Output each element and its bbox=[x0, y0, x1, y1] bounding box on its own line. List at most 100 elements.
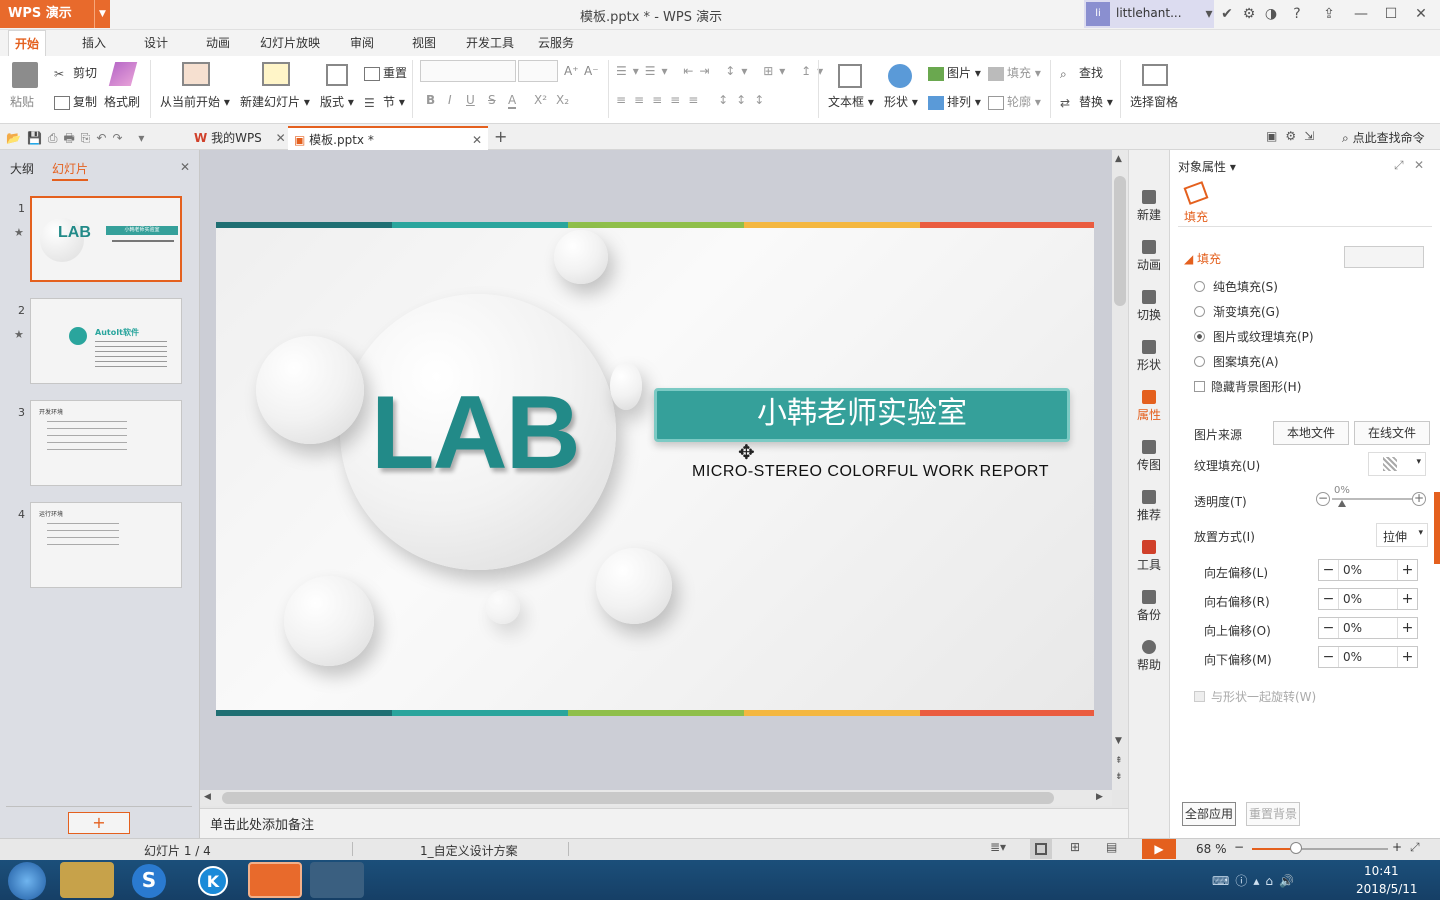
from-current-button[interactable]: 从当前开始 ▾ bbox=[160, 93, 230, 110]
scroll-up-icon[interactable]: ▲ bbox=[1115, 154, 1122, 164]
copy-button[interactable]: 复制 bbox=[54, 93, 97, 110]
side-tools-button[interactable]: 工具 bbox=[1130, 540, 1168, 573]
offset-right-stepper[interactable]: −0% + bbox=[1318, 588, 1418, 610]
maximize-icon[interactable]: ☐ bbox=[1380, 4, 1402, 24]
fill-preview[interactable] bbox=[1344, 246, 1424, 268]
tab-developer[interactable]: 开发工具 bbox=[460, 30, 520, 56]
k-app-taskbar-icon[interactable]: K bbox=[198, 866, 228, 896]
arrange-button[interactable]: 排列 ▾ bbox=[928, 93, 981, 110]
texture-select[interactable]: ▾ bbox=[1368, 452, 1426, 476]
underline-button[interactable]: U bbox=[466, 93, 475, 107]
scroll-right-icon[interactable]: ▶ bbox=[1096, 792, 1103, 802]
italic-button[interactable]: I bbox=[448, 93, 452, 107]
outline-button[interactable]: 轮廓 ▾ bbox=[988, 93, 1041, 110]
increase-icon[interactable]: + bbox=[1412, 492, 1426, 506]
slide-thumbnail-4[interactable]: 运行环境 bbox=[30, 502, 182, 588]
placement-select[interactable]: 拉伸 ▾ bbox=[1376, 523, 1428, 547]
plus-icon[interactable]: + bbox=[1397, 589, 1417, 609]
panel-header[interactable]: 对象属性 ▾ bbox=[1178, 158, 1236, 175]
slide-subtitle[interactable]: MICRO-STEREO COLORFUL WORK REPORT bbox=[692, 463, 1049, 481]
avatar[interactable]: li bbox=[1086, 2, 1110, 26]
font-increase-button[interactable]: A⁺ bbox=[564, 64, 579, 78]
tray-icons[interactable]: ⌨ⓘ▴⌂🔊 bbox=[1212, 872, 1300, 889]
tab-view[interactable]: 视图 bbox=[406, 30, 442, 56]
replace-button[interactable]: ⇄ 替换 ▾ bbox=[1060, 93, 1113, 110]
s-app-taskbar-icon[interactable]: S bbox=[132, 864, 166, 898]
scroll-down-icon[interactable]: ▼ bbox=[1115, 736, 1122, 746]
app-taskbar-icon[interactable] bbox=[310, 862, 364, 898]
zoom-level[interactable]: 68 % bbox=[1196, 842, 1227, 856]
minimize-icon[interactable]: — bbox=[1350, 4, 1372, 24]
next-slide-icon[interactable]: ⇟ bbox=[1115, 772, 1123, 782]
horizontal-scroll-thumb[interactable] bbox=[222, 792, 1054, 804]
section-fill-header[interactable]: ◢ 填充 bbox=[1184, 250, 1221, 267]
slide-logo-text[interactable]: LAB bbox=[371, 374, 581, 493]
close-icon[interactable]: ✕ bbox=[472, 128, 482, 152]
align-buttons[interactable]: ≡≡≡≡≡ ↕↕↕ bbox=[616, 93, 772, 107]
textbox-icon[interactable] bbox=[838, 64, 862, 88]
font-size-select[interactable] bbox=[518, 60, 558, 82]
tab-my-wps[interactable]: W 我的WPS ✕ bbox=[188, 126, 286, 150]
paste-button[interactable]: 粘贴 bbox=[10, 93, 34, 110]
format-painter-button[interactable]: 格式刷 bbox=[104, 93, 140, 110]
superscript-button[interactable]: X² bbox=[534, 93, 547, 107]
fit-window-icon[interactable]: ⤢ bbox=[1410, 840, 1420, 855]
plus-icon[interactable]: + bbox=[1397, 560, 1417, 580]
side-new-button[interactable]: 新建 bbox=[1130, 190, 1168, 223]
start-button[interactable] bbox=[8, 862, 46, 900]
local-file-button[interactable]: 本地文件 bbox=[1273, 421, 1349, 445]
shape-button[interactable]: 形状 ▾ bbox=[884, 93, 918, 110]
explorer-taskbar-icon[interactable] bbox=[60, 862, 114, 898]
side-help-button[interactable]: 帮助 bbox=[1130, 640, 1168, 673]
close-icon[interactable]: ✕ bbox=[276, 131, 286, 145]
strike-button[interactable]: S bbox=[488, 93, 496, 107]
minus-icon[interactable]: − bbox=[1319, 589, 1339, 609]
add-tab-icon[interactable]: + bbox=[494, 127, 507, 146]
clock-date[interactable]: 2018/5/11 bbox=[1356, 882, 1418, 896]
play-from-current-icon[interactable] bbox=[182, 62, 210, 86]
radio-gradient-fill[interactable]: 渐变填充(G) bbox=[1194, 303, 1280, 320]
reset-background-button[interactable]: 重置背景 bbox=[1246, 802, 1300, 826]
font-name-select[interactable] bbox=[420, 60, 516, 82]
sorter-view-icon[interactable]: ⊞ bbox=[1070, 840, 1080, 854]
tab-animation[interactable]: 动画 bbox=[200, 30, 236, 56]
scroll-left-icon[interactable]: ◀ bbox=[204, 792, 211, 802]
layout-button[interactable]: 版式 ▾ bbox=[320, 93, 354, 110]
upload-icon[interactable]: ⇪ bbox=[1318, 4, 1340, 24]
notes-pane[interactable] bbox=[200, 808, 1128, 838]
minus-icon[interactable]: − bbox=[1319, 560, 1339, 580]
tab-outline[interactable]: 大纲 bbox=[10, 160, 34, 177]
bold-button[interactable]: B bbox=[426, 93, 435, 107]
slider-handle[interactable] bbox=[1338, 500, 1346, 507]
tab-fill[interactable]: 填充 bbox=[1184, 208, 1208, 225]
chevron-down-icon[interactable]: ▼ bbox=[94, 0, 110, 28]
offset-up-stepper[interactable]: −0% + bbox=[1318, 617, 1418, 639]
radio-pattern-fill[interactable]: 图案填充(A) bbox=[1194, 353, 1279, 370]
slide-title-box[interactable]: 小韩老师实验室 bbox=[654, 388, 1070, 442]
add-slide-button[interactable]: + bbox=[68, 812, 130, 834]
tab-insert[interactable]: 插入 bbox=[76, 30, 112, 56]
side-animation-button[interactable]: 动画 bbox=[1130, 240, 1168, 273]
font-color-button[interactable]: A bbox=[508, 93, 517, 109]
side-backup-button[interactable]: 备份 bbox=[1130, 590, 1168, 623]
cut-button[interactable]: ✂ 剪切 bbox=[54, 64, 97, 81]
slide-thumbnail-3[interactable]: 开发环境 bbox=[30, 400, 182, 486]
close-icon[interactable]: ✕ bbox=[1410, 4, 1432, 24]
decrease-icon[interactable]: − bbox=[1316, 492, 1330, 506]
wps-app-menu-button[interactable]: WPS 演示 ▼ bbox=[0, 0, 110, 28]
slide-thumbnail-2[interactable]: AutoIt软件 bbox=[30, 298, 182, 384]
help-icon[interactable]: ? bbox=[1286, 4, 1308, 24]
fill-button[interactable]: 填充 ▾ bbox=[988, 64, 1041, 81]
tab-cloud[interactable]: 云服务 bbox=[532, 30, 580, 56]
textbox-button[interactable]: 文本框 ▾ bbox=[828, 93, 874, 110]
selection-pane-icon[interactable] bbox=[1142, 64, 1168, 86]
gear-icon[interactable]: ⚙ bbox=[1238, 4, 1260, 24]
clock-time[interactable]: 10:41 bbox=[1364, 864, 1399, 878]
picture-button[interactable]: 图片 ▾ bbox=[928, 64, 981, 81]
font-decrease-button[interactable]: A⁻ bbox=[584, 64, 599, 78]
selection-pane-button[interactable]: 选择窗格 bbox=[1130, 93, 1178, 110]
username[interactable]: littlehant... bbox=[1116, 6, 1182, 20]
wps-presentation-taskbar-icon[interactable] bbox=[248, 862, 302, 898]
section-button[interactable]: ☰ 节 ▾ bbox=[364, 93, 405, 110]
reading-view-icon[interactable]: ▤ bbox=[1106, 840, 1117, 854]
